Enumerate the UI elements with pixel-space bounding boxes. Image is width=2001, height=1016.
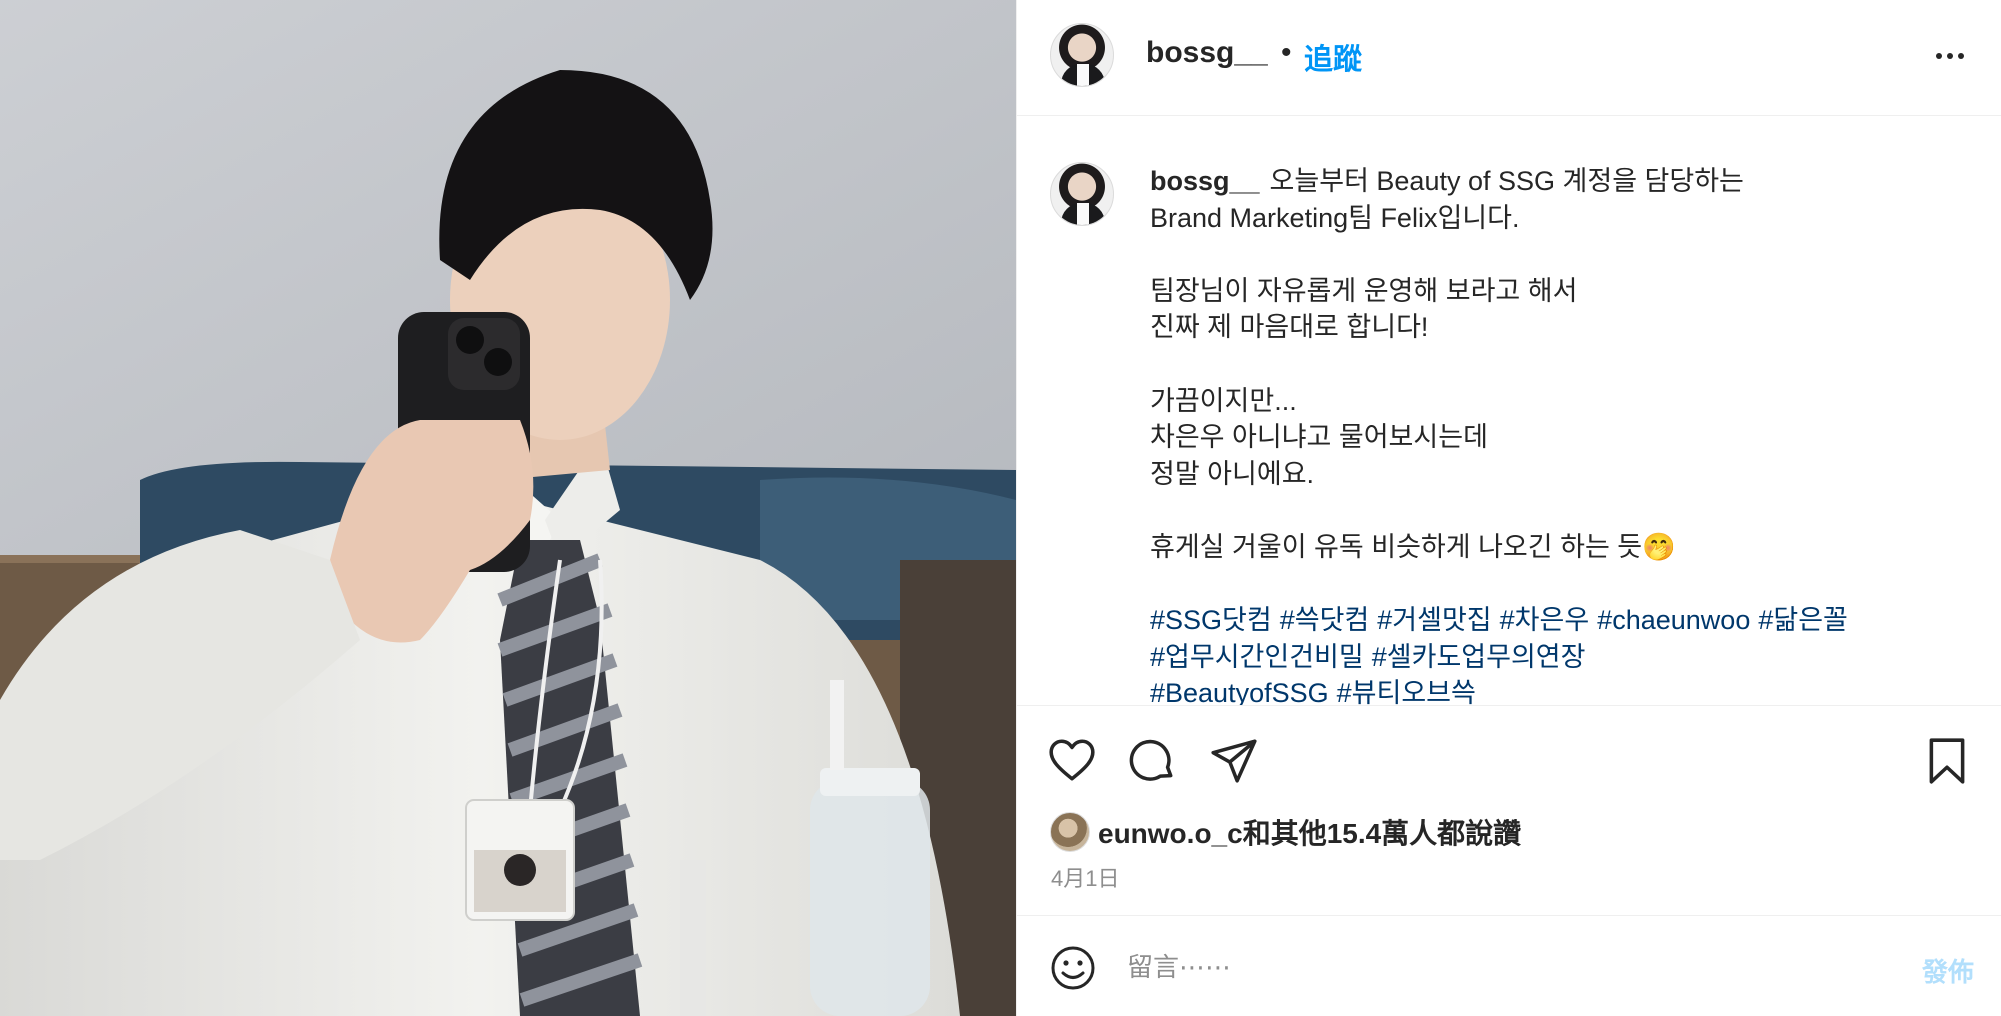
post-comment-button[interactable]: 發佈 bbox=[1922, 952, 1974, 989]
hashtag-link[interactable]: #차은우 bbox=[1500, 605, 1590, 635]
post-photo[interactable] bbox=[0, 0, 1016, 1016]
caption-username[interactable]: bossg__ bbox=[1150, 166, 1260, 196]
caption-area[interactable]: bossg__ 오늘부터 Beauty of SSG 계정을 담당하는 Brand… bbox=[1017, 117, 2001, 705]
liker-avatar[interactable] bbox=[1050, 812, 1090, 852]
caption-line: 가끔이지만... bbox=[1150, 385, 1297, 416]
caption-line bbox=[1150, 492, 1950, 529]
caption-line: 오늘부터 Beauty of SSG 계정을 담당하는 bbox=[1269, 166, 1744, 196]
hashtag-link[interactable]: #chaeunwoo bbox=[1597, 605, 1750, 635]
comment-input[interactable] bbox=[1127, 942, 1827, 992]
post-side-panel: bossg__ • 追蹤 bossg__ 오늘부터 Beauty of SSG 계… bbox=[1016, 0, 2001, 1016]
caption-line: 팀장님이 자유롭게 운영해 보라고 해서 bbox=[1150, 275, 1578, 306]
hashtag-link[interactable]: #뷰티오브쓱 bbox=[1337, 678, 1476, 705]
header-separator: • bbox=[1281, 36, 1292, 69]
caption-line bbox=[1150, 346, 1950, 383]
author-username[interactable]: bossg__ bbox=[1146, 36, 1268, 70]
post-actions: eunwo.o_c和其他15.4萬人都說讚 4月1日 bbox=[1017, 705, 2001, 915]
caption-text: bossg__ 오늘부터 Beauty of SSG 계정을 담당하는 Brand… bbox=[1150, 163, 1950, 705]
post-header: bossg__ • 追蹤 bbox=[1017, 0, 2001, 116]
post-date[interactable]: 4月1日 bbox=[1051, 861, 1119, 893]
caption-line: 정말 아니에요. bbox=[1150, 458, 1315, 489]
likes-count[interactable]: eunwo.o_c和其他15.4萬人都說讚 bbox=[1098, 812, 1521, 852]
paper-plane-icon[interactable] bbox=[1209, 736, 1259, 786]
caption-line: 휴게실 거울이 유독 비슷하게 나오긴 하는 듯🤭 bbox=[1150, 531, 1676, 562]
hashtag-link[interactable]: #업무시간인건비밀 bbox=[1150, 642, 1364, 672]
mirror-selfie-image bbox=[0, 0, 1016, 1016]
hashtag-link[interactable]: #셀카도업무의연장 bbox=[1372, 642, 1586, 672]
hashtag-link[interactable]: #거셀맛집 bbox=[1377, 605, 1491, 635]
heart-icon[interactable] bbox=[1047, 736, 1097, 786]
hashtag-link[interactable]: #쓱닷컴 bbox=[1280, 605, 1370, 635]
comment-composer: 發佈 bbox=[1017, 915, 2001, 1016]
hashtags: #SSG닷컴 #쓱닷컴 #거셀맛집 #차은우 #chaeunwoo #닮은꼴 #업무시간인… bbox=[1150, 602, 1950, 705]
caption-author-avatar[interactable] bbox=[1050, 162, 1114, 226]
bookmark-icon[interactable] bbox=[1922, 736, 1972, 786]
caption-line: 진짜 제 마음대로 합니다! bbox=[1150, 312, 1429, 343]
hashtag-link[interactable]: #BeautyofSSG bbox=[1150, 678, 1329, 705]
comment-bubble-icon[interactable] bbox=[1128, 736, 1178, 786]
hashtag-link[interactable]: #닮은꼴 bbox=[1758, 605, 1848, 635]
likes-summary[interactable]: eunwo.o_c和其他15.4萬人都說讚 bbox=[1050, 811, 1521, 853]
hashtag-link[interactable]: #SSG닷컴 bbox=[1150, 605, 1272, 635]
caption-line bbox=[1150, 236, 1950, 273]
caption-line: 차은우 아니냐고 물어보시는데 bbox=[1150, 422, 1488, 453]
more-options-icon[interactable] bbox=[1928, 34, 1972, 78]
smiley-icon[interactable] bbox=[1049, 944, 1097, 992]
follow-button[interactable]: 追蹤 bbox=[1304, 36, 1362, 78]
caption-line: Brand Marketing팀 Felix입니다. bbox=[1150, 202, 1520, 233]
author-avatar[interactable] bbox=[1050, 23, 1114, 87]
